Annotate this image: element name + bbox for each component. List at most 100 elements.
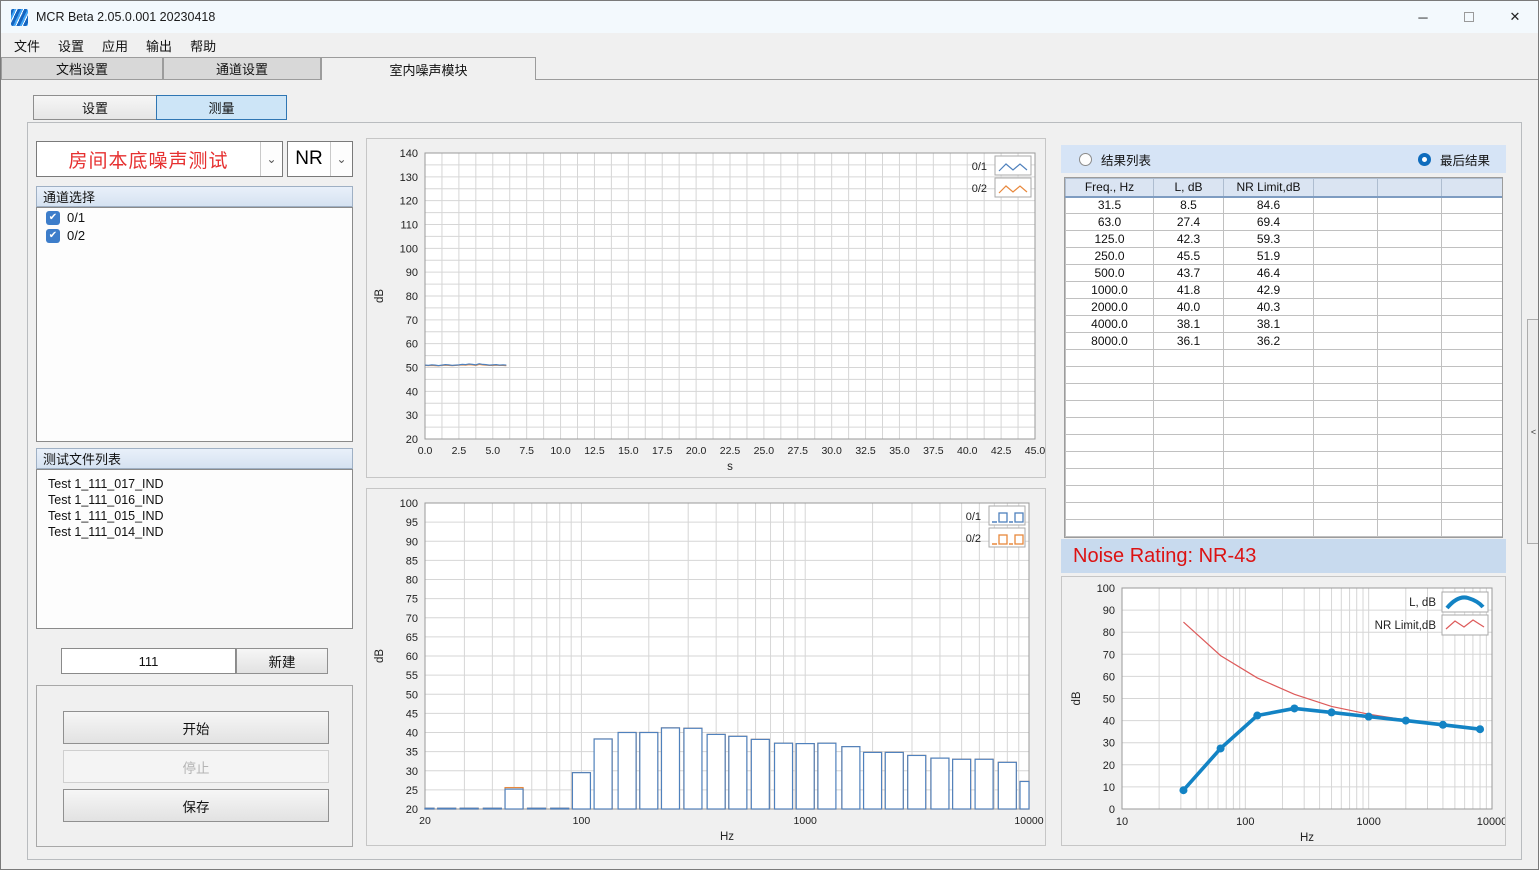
table-cell[interactable] [1314,282,1378,299]
start-button[interactable]: 开始 [63,711,329,744]
table-cell[interactable] [1378,248,1442,265]
table-cell[interactable] [1378,367,1442,384]
tab-document-settings[interactable]: 文档设置 [1,57,163,79]
table-cell[interactable] [1314,520,1378,537]
file-list-item[interactable]: Test 1_111_017_IND [37,476,352,492]
table-cell[interactable]: 38.1 [1154,316,1224,333]
table-cell[interactable] [1314,231,1378,248]
table-cell[interactable]: 38.1 [1224,316,1314,333]
table-row[interactable] [1066,503,1504,520]
table-row[interactable] [1066,537,1504,539]
channel-item[interactable]: ✔ 0/2 [37,226,352,244]
table-cell[interactable]: 36.2 [1224,333,1314,350]
table-cell[interactable]: 40.0 [1154,299,1224,316]
table-row[interactable]: 500.043.746.4 [1066,265,1504,282]
table-cell[interactable]: 27.4 [1154,214,1224,231]
table-cell[interactable] [1442,197,1504,214]
table-cell[interactable] [1224,435,1314,452]
table-cell[interactable] [1154,537,1224,539]
table-cell[interactable]: 43.7 [1154,265,1224,282]
table-cell[interactable] [1378,214,1442,231]
table-cell[interactable] [1066,367,1154,384]
table-cell[interactable] [1314,418,1378,435]
table-cell[interactable] [1066,401,1154,418]
table-cell[interactable] [1066,452,1154,469]
table-cell[interactable] [1224,537,1314,539]
table-row[interactable]: 31.58.584.6 [1066,197,1504,214]
table-cell[interactable] [1154,367,1224,384]
table-cell[interactable]: 500.0 [1066,265,1154,282]
file-list-item[interactable]: Test 1_111_016_IND [37,492,352,508]
table-cell[interactable] [1224,503,1314,520]
table-cell[interactable] [1224,469,1314,486]
subtab-settings[interactable]: 设置 [33,95,157,120]
table-cell[interactable]: 40.3 [1224,299,1314,316]
table-cell[interactable]: 1000.0 [1066,282,1154,299]
table-cell[interactable] [1066,520,1154,537]
chevron-down-icon[interactable]: ⌄ [260,142,282,176]
table-cell[interactable] [1442,452,1504,469]
table-cell[interactable] [1442,503,1504,520]
table-cell[interactable] [1442,384,1504,401]
maximize-button[interactable] [1446,1,1492,33]
table-cell[interactable] [1378,418,1442,435]
checkbox-checked-icon[interactable]: ✔ [46,229,60,243]
table-row[interactable]: 1000.041.842.9 [1066,282,1504,299]
table-cell[interactable] [1378,537,1442,539]
table-cell[interactable] [1442,401,1504,418]
chevron-down-icon[interactable]: ⌄ [330,142,352,176]
table-cell[interactable] [1314,469,1378,486]
table-row[interactable] [1066,452,1504,469]
table-cell[interactable] [1378,469,1442,486]
table-cell[interactable] [1314,299,1378,316]
menu-file[interactable]: 文件 [5,34,49,57]
table-cell[interactable]: 8000.0 [1066,333,1154,350]
table-cell[interactable] [1442,299,1504,316]
radio-result-list-label[interactable]: 结果列表 [1101,150,1151,169]
table-cell[interactable] [1224,486,1314,503]
checkbox-checked-icon[interactable]: ✔ [46,211,60,225]
subtab-measure[interactable]: 测量 [156,95,287,120]
table-cell[interactable]: 31.5 [1066,197,1154,214]
table-cell[interactable] [1378,401,1442,418]
table-cell[interactable] [1442,265,1504,282]
table-cell[interactable] [1066,435,1154,452]
table-row[interactable]: 4000.038.138.1 [1066,316,1504,333]
table-cell[interactable]: 51.9 [1224,248,1314,265]
table-row[interactable]: 250.045.551.9 [1066,248,1504,265]
menu-application[interactable]: 应用 [93,34,137,57]
table-cell[interactable] [1154,469,1224,486]
file-name-input[interactable] [61,648,236,674]
table-cell[interactable] [1378,452,1442,469]
table-cell[interactable] [1442,486,1504,503]
table-row[interactable] [1066,350,1504,367]
table-cell[interactable] [1442,520,1504,537]
table-cell[interactable]: 42.9 [1224,282,1314,299]
table-cell[interactable] [1442,316,1504,333]
table-row[interactable]: 63.027.469.4 [1066,214,1504,231]
table-cell[interactable] [1314,401,1378,418]
minimize-button[interactable]: ─ [1400,1,1446,33]
table-cell[interactable] [1314,537,1378,539]
table-cell[interactable] [1442,469,1504,486]
table-cell[interactable] [1154,350,1224,367]
table-cell[interactable]: 2000.0 [1066,299,1154,316]
table-row[interactable]: 125.042.359.3 [1066,231,1504,248]
table-cell[interactable]: 45.5 [1154,248,1224,265]
table-cell[interactable] [1442,248,1504,265]
table-cell[interactable] [1066,469,1154,486]
table-cell[interactable] [1442,333,1504,350]
table-cell[interactable]: 4000.0 [1066,316,1154,333]
table-cell[interactable] [1442,231,1504,248]
table-cell[interactable]: 59.3 [1224,231,1314,248]
tab-channel-settings[interactable]: 通道设置 [163,57,321,79]
table-cell[interactable]: 41.8 [1154,282,1224,299]
radio-result-list[interactable] [1079,153,1092,166]
table-cell[interactable] [1378,265,1442,282]
results-column-header[interactable] [1378,179,1442,197]
channel-item[interactable]: ✔ 0/1 [37,208,352,226]
table-cell[interactable]: 250.0 [1066,248,1154,265]
table-row[interactable] [1066,384,1504,401]
table-cell[interactable] [1378,520,1442,537]
results-table[interactable]: Freq., HzL, dBNR Limit,dB 31.58.584.6 63… [1064,177,1503,538]
